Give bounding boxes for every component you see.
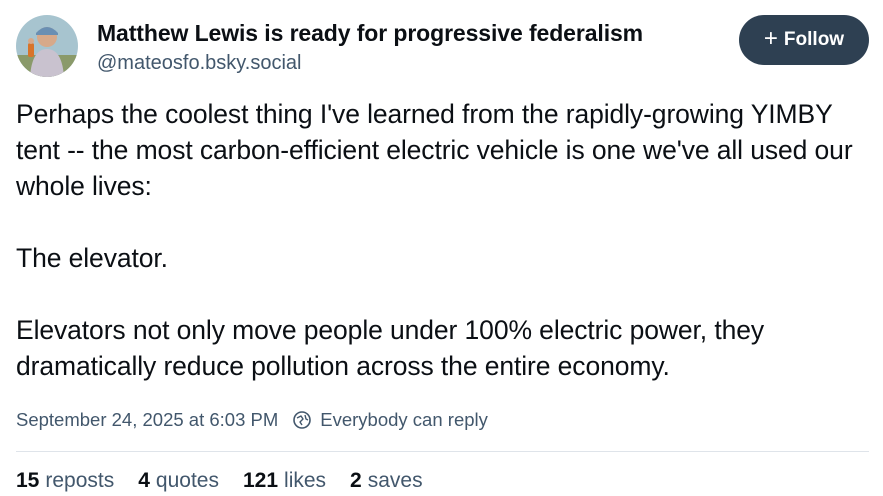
likes-count: 121 [242, 469, 279, 492]
quotes-label: quotes [155, 469, 219, 492]
author-display-name[interactable]: Matthew Lewis is ready for progressive f… [97, 18, 643, 48]
saves-label: saves [367, 469, 423, 492]
quotes-stat[interactable]: 4 quotes [138, 469, 219, 493]
post-text: Perhaps the coolest thing I've learned f… [16, 96, 869, 384]
plus-icon: + [763, 25, 778, 52]
reply-setting[interactable]: Everybody can reply [320, 409, 488, 431]
post-timestamp[interactable]: September 24, 2025 at 6:03 PM [16, 409, 278, 431]
post-paragraph: Perhaps the coolest thing I've learned f… [16, 99, 853, 201]
author-info[interactable]: Matthew Lewis is ready for progressive f… [97, 18, 643, 76]
reposts-label: reposts [45, 469, 115, 492]
post-paragraph: The elevator. [16, 243, 168, 273]
likes-label: likes [284, 469, 327, 492]
avatar-image [16, 15, 78, 77]
follow-button[interactable]: + Follow [739, 15, 869, 65]
saves-count: 2 [350, 469, 362, 492]
likes-stat[interactable]: 121 likes [243, 469, 326, 493]
follow-button-label: Follow [783, 29, 845, 50]
avatar[interactable] [16, 15, 78, 77]
post-stats: 15 reposts 4 quotes 121 likes 2 saves [16, 469, 869, 493]
reposts-stat[interactable]: 15 reposts [16, 469, 114, 493]
quotes-count: 4 [138, 469, 150, 492]
post-header: Matthew Lewis is ready for progressive f… [16, 14, 869, 78]
divider [16, 451, 869, 452]
saves-stat[interactable]: 2 saves [350, 469, 423, 493]
globe-icon [293, 411, 312, 429]
post-meta: September 24, 2025 at 6:03 PM Everybody … [16, 406, 869, 434]
post-paragraph: Elevators not only move people under 100… [16, 315, 765, 381]
post: Matthew Lewis is ready for progressive f… [16, 14, 869, 493]
reposts-count: 15 [16, 469, 40, 492]
author-handle[interactable]: @mateosfo.bsky.social [97, 50, 643, 76]
